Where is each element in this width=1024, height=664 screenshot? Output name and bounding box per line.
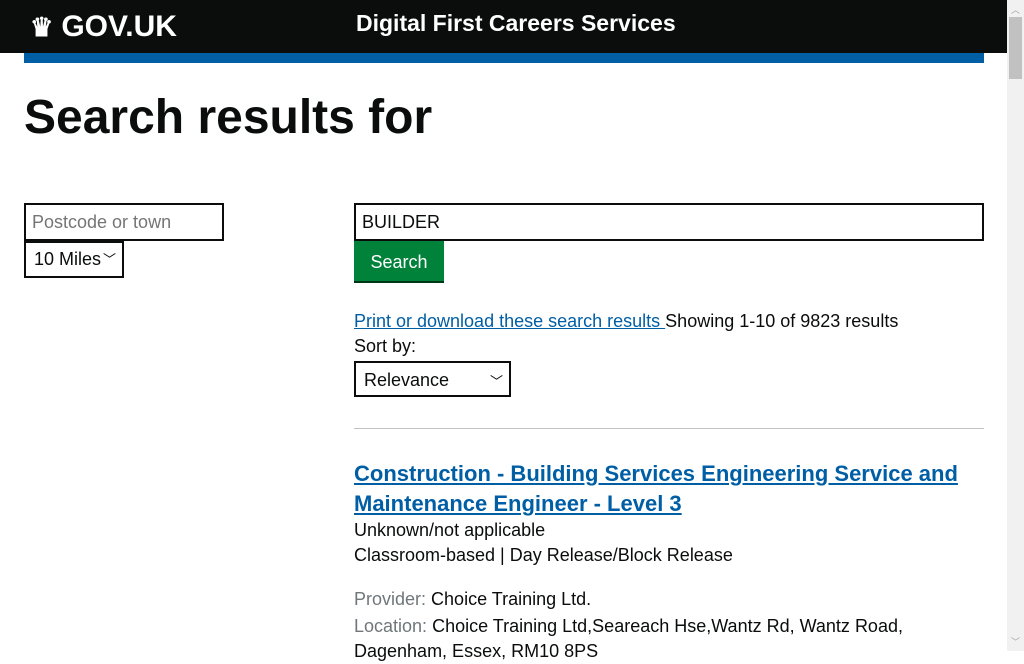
- print-link[interactable]: Print or download these search results: [354, 311, 665, 331]
- sort-value: Relevance: [364, 370, 450, 390]
- logo-text: GOV.UK: [61, 10, 177, 43]
- results-info: Print or download these search results S…: [354, 311, 898, 332]
- provider-value: Choice Training Ltd.: [431, 589, 592, 609]
- sort-label: Sort by:: [354, 336, 417, 356]
- chevron-down-icon: ﹀: [487, 371, 503, 390]
- location-input[interactable]: [24, 203, 224, 241]
- distance-select[interactable]: 10 Miles ﹀: [24, 241, 124, 278]
- results-count: Showing 1-10 of 9823 results: [665, 311, 899, 331]
- sort-select[interactable]: Relevance ﹀: [354, 361, 511, 397]
- scroll-down-icon[interactable]: ﹀: [1011, 635, 1020, 648]
- crown-icon: ♛: [30, 11, 54, 42]
- header-divider: [24, 53, 984, 63]
- service-name[interactable]: Digital First Careers Services: [356, 10, 676, 37]
- distance-value: 10 Miles: [34, 249, 102, 269]
- scrollbar[interactable]: ︿ ﹀: [1007, 0, 1024, 651]
- divider: [354, 428, 984, 429]
- search-button[interactable]: Search: [354, 241, 444, 281]
- site-header: ♛ GOV.UK Digital First Careers Services: [0, 0, 1007, 53]
- chevron-down-icon: ﹀: [100, 249, 116, 268]
- result-location: Location: Choice Training Ltd,Seareach H…: [354, 614, 974, 664]
- location-label: Location:: [354, 616, 428, 636]
- result-title-link[interactable]: Construction - Building Services Enginee…: [354, 459, 984, 519]
- result-start: Unknown/not applicable: [354, 520, 546, 540]
- result-mode: Classroom-based | Day Release/Block Rele…: [354, 545, 733, 565]
- keyword-input[interactable]: BUILDER: [354, 203, 984, 241]
- page-title: Search results for: [24, 91, 433, 144]
- scrollbar-thumb[interactable]: [1009, 17, 1022, 79]
- govuk-logo[interactable]: ♛ GOV.UK: [30, 10, 177, 44]
- location-value: Choice Training Ltd,Seareach Hse,Wantz R…: [354, 616, 903, 661]
- result-provider: Provider: Choice Training Ltd.: [354, 589, 591, 610]
- scroll-up-icon[interactable]: ︿: [1011, 3, 1020, 16]
- provider-label: Provider:: [354, 589, 427, 609]
